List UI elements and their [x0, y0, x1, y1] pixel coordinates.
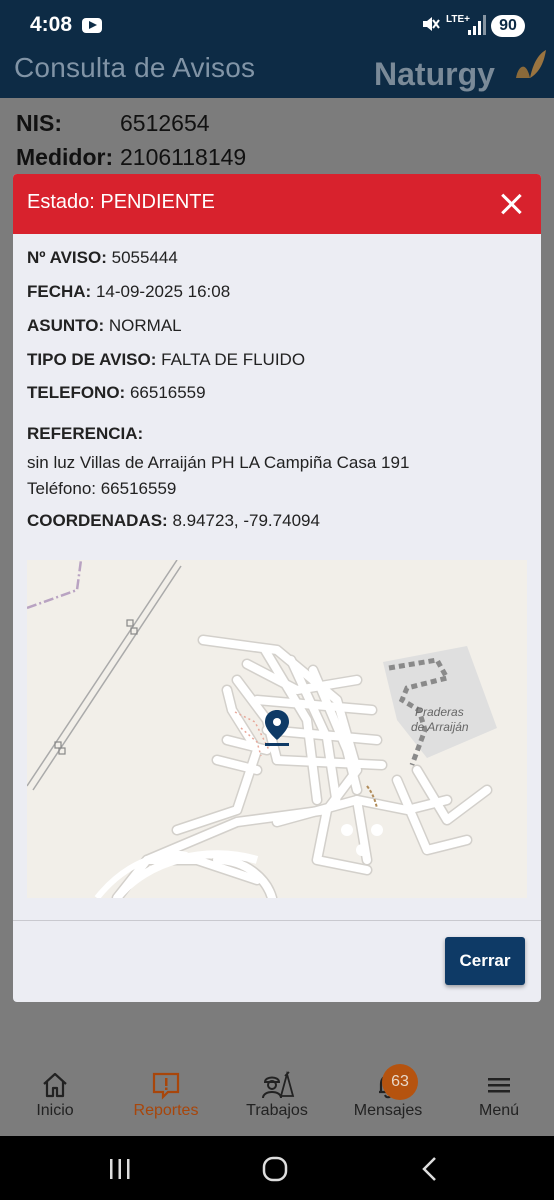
- recent-apps-icon[interactable]: [108, 1158, 132, 1180]
- dialog-divider: [13, 920, 541, 921]
- nis-value: 6512654: [120, 110, 210, 136]
- home-button-icon[interactable]: [262, 1156, 288, 1182]
- field-fecha: FECHA: 14-09-2025 16:08: [27, 282, 231, 301]
- hamburger-menu-icon: [488, 1078, 510, 1093]
- nav-item-reportes[interactable]: Reportes: [121, 1070, 211, 1120]
- status-time: 4:08: [30, 13, 73, 36]
- referencia-text: sin luz Villas de Arraiján PH LA Campiña…: [27, 453, 410, 498]
- status-bar: 4:08 LTE+ 90: [0, 0, 554, 52]
- medidor-label: Medidor:: [16, 144, 114, 170]
- field-coordenadas: COORDENADAS: 8.94723, -79.74094: [27, 511, 320, 530]
- nav-item-inicio[interactable]: Inicio: [10, 1070, 100, 1120]
- place-label-line2: de Arraiján: [411, 720, 469, 734]
- battery-level: 90: [491, 15, 525, 37]
- medidor-value: 2106118149: [120, 144, 247, 170]
- butterfly-logo-icon: [516, 50, 546, 78]
- bottom-navigation: Inicio Reportes Trabajos Mensajes 63 Men…: [0, 1060, 554, 1136]
- app-header: Consulta de Avisos Naturgy: [0, 50, 554, 98]
- mute-icon: [420, 14, 440, 39]
- field-telefono: TELEFONO: 66516559: [27, 383, 206, 402]
- field-asunto: ASUNTO: NORMAL: [27, 316, 182, 335]
- place-label-line1: Praderas: [415, 705, 464, 719]
- worker-icon: [262, 1070, 295, 1099]
- location-map[interactable]: Praderas de Arraiján: [27, 560, 527, 898]
- cerrar-button[interactable]: Cerrar: [445, 937, 525, 985]
- field-aviso: Nº AVISO: 5055444: [27, 248, 178, 267]
- brand-logo: Naturgy: [374, 56, 495, 92]
- dialog-header: Estado: PENDIENTE: [13, 174, 541, 234]
- home-icon: [43, 1072, 67, 1098]
- nav-item-menu[interactable]: Menú: [454, 1070, 544, 1120]
- system-navigation-bar: [0, 1136, 554, 1200]
- close-icon[interactable]: [497, 190, 525, 218]
- dialog-title: Estado: PENDIENTE: [27, 191, 215, 213]
- map-tiles: Praderas de Arraiján: [27, 560, 497, 898]
- youtube-notification-icon: [82, 18, 102, 33]
- messages-count-badge: 63: [382, 1064, 418, 1100]
- field-tipo-aviso: TIPO DE AVISO: FALTA DE FLUIDO: [27, 350, 306, 369]
- nav-item-trabajos[interactable]: Trabajos: [232, 1070, 322, 1120]
- report-alert-icon: [152, 1072, 180, 1100]
- page-title: Consulta de Avisos: [14, 52, 256, 83]
- nis-label: NIS:: [16, 110, 62, 136]
- signal-icon: [468, 15, 486, 35]
- network-type: LTE+: [446, 14, 470, 25]
- referencia-label: REFERENCIA:: [27, 424, 144, 443]
- nis-row: NIS: 6512654: [16, 110, 210, 137]
- aviso-detail-dialog: Estado: PENDIENTE Nº AVISO: 5055444 FECH…: [13, 174, 541, 1002]
- medidor-row: Medidor: 2106118149: [16, 144, 246, 171]
- back-icon[interactable]: [420, 1156, 440, 1182]
